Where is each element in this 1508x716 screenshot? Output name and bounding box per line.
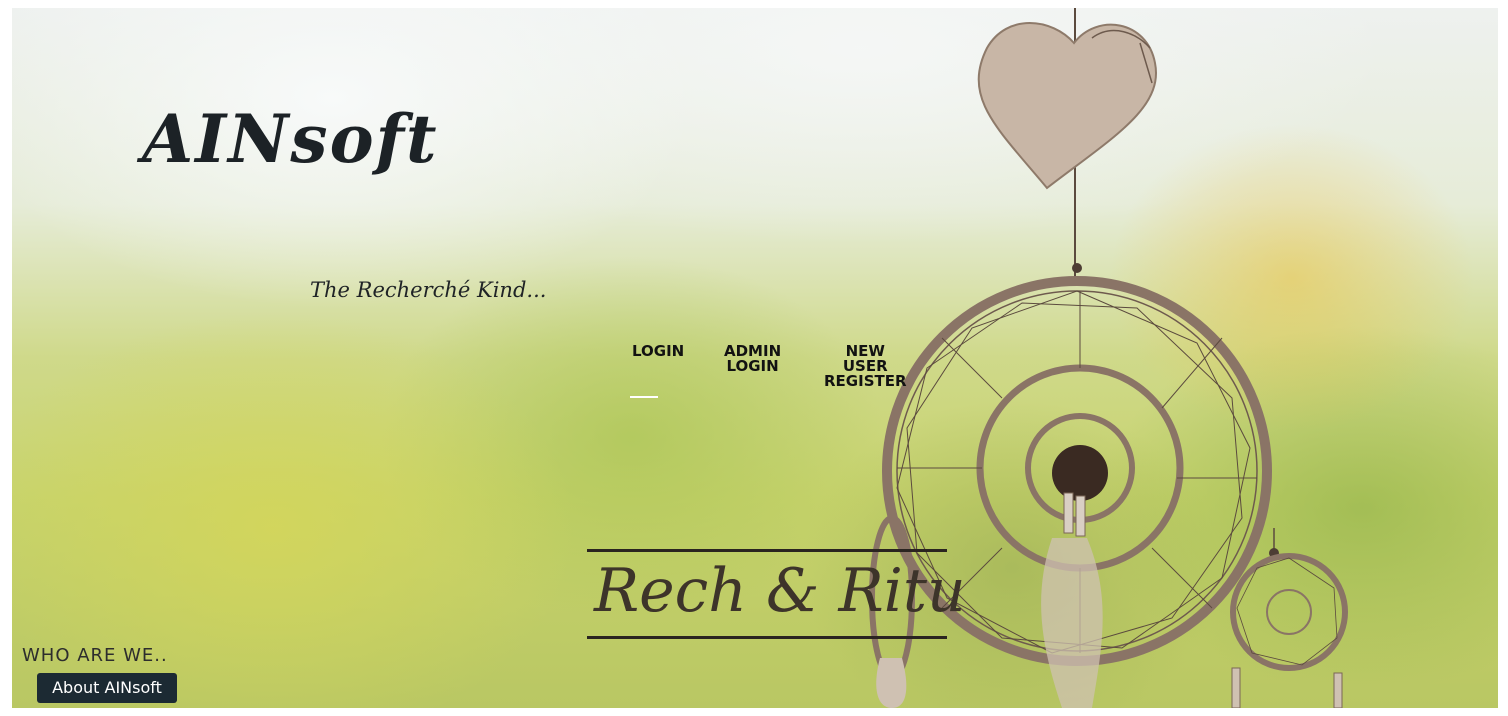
nav-login-link[interactable]: LOGIN: [632, 344, 684, 359]
dreamcatcher-large-icon: [882, 263, 1272, 708]
heart-ornament-icon: [977, 22, 1158, 190]
nav-new-user-register-link[interactable]: NEW USER REGISTER: [824, 344, 907, 389]
signature-rule-bottom: [587, 636, 947, 639]
signature-rule-top: [587, 549, 947, 552]
who-are-we-heading: WHO ARE WE..: [22, 645, 168, 666]
brand-tagline: The Recherché Kind...: [310, 278, 547, 302]
brand-logo: AINsoft: [142, 100, 439, 178]
active-nav-indicator: [630, 396, 658, 398]
about-ainsoft-button[interactable]: About AINsoft: [37, 673, 177, 703]
signature-title: Rech & Ritu: [594, 556, 966, 626]
nav-admin-login-link[interactable]: ADMIN LOGIN: [724, 344, 781, 374]
hero-background: AINsoft The Recherché Kind... LOGIN ADMI…: [12, 8, 1498, 708]
nav-login-label: LOGIN: [632, 342, 685, 360]
nav-admin-login-label-line2: LOGIN: [726, 357, 779, 375]
nav-register-label-line3: REGISTER: [824, 372, 907, 390]
